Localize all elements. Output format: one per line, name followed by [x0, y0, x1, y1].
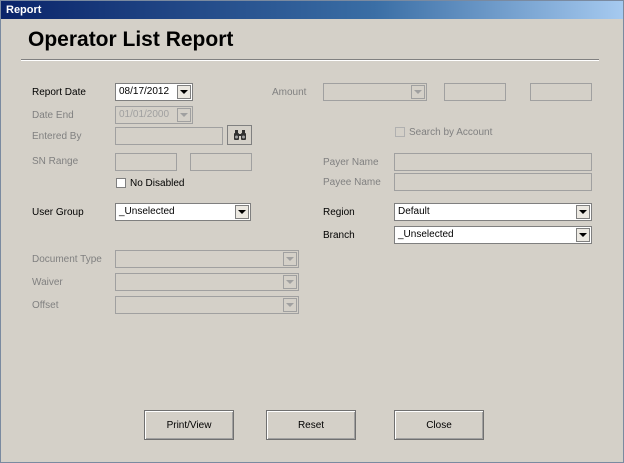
chevron-down-icon[interactable] — [283, 275, 297, 289]
chevron-down-icon[interactable] — [411, 85, 425, 99]
chevron-down-icon[interactable] — [576, 228, 590, 242]
payer-name-field[interactable] — [394, 153, 592, 171]
title-divider — [21, 59, 599, 61]
payee-name-field[interactable] — [394, 173, 592, 191]
amount-label: Amount — [272, 87, 307, 98]
region-label: Region — [323, 207, 355, 218]
chevron-down-icon[interactable] — [177, 108, 191, 122]
report-date-picker[interactable]: 08/17/2012 — [115, 83, 193, 101]
date-end-value: 01/01/2000 — [119, 109, 170, 120]
report-date-label: Report Date — [32, 87, 86, 98]
report-window: Report Operator List Report Report Date … — [0, 0, 624, 463]
report-date-value: 08/17/2012 — [119, 86, 170, 97]
offset-label: Offset — [32, 300, 59, 311]
branch-select[interactable]: _Unselected — [394, 226, 592, 244]
amount-operator-select[interactable] — [323, 83, 427, 101]
branch-value: _Unselected — [398, 229, 454, 240]
entered-by-label: Entered By — [32, 131, 82, 142]
payee-name-label: Payee Name — [323, 177, 381, 188]
reset-button[interactable]: Reset — [266, 410, 356, 440]
no-disabled-checkbox[interactable] — [116, 178, 126, 188]
user-group-value: _Unselected — [119, 206, 175, 217]
date-end-picker[interactable]: 01/01/2000 — [115, 106, 193, 124]
region-value: Default — [398, 206, 430, 217]
amount-from-field[interactable] — [444, 83, 506, 101]
sn-range-label: SN Range — [32, 156, 79, 167]
binoculars-icon — [233, 129, 246, 140]
print-view-button[interactable]: Print/View — [144, 410, 234, 440]
chevron-down-icon[interactable] — [283, 298, 297, 312]
waiver-select[interactable] — [115, 273, 299, 291]
sn-range-to-field[interactable] — [190, 153, 252, 171]
payer-name-label: Payer Name — [323, 157, 379, 168]
entered-by-field[interactable] — [115, 127, 223, 145]
date-end-label: Date End — [32, 110, 74, 121]
chevron-down-icon[interactable] — [283, 252, 297, 266]
document-type-label: Document Type — [32, 254, 102, 265]
user-group-select[interactable]: _Unselected — [115, 203, 251, 221]
window-title: Report — [1, 1, 623, 19]
offset-select[interactable] — [115, 296, 299, 314]
chevron-down-icon[interactable] — [235, 205, 249, 219]
chevron-down-icon[interactable] — [576, 205, 590, 219]
document-type-select[interactable] — [115, 250, 299, 268]
chevron-down-icon[interactable] — [177, 85, 191, 99]
find-operator-button[interactable] — [227, 125, 252, 145]
no-disabled-label: No Disabled — [130, 178, 185, 189]
region-select[interactable]: Default — [394, 203, 592, 221]
sn-range-from-field[interactable] — [115, 153, 177, 171]
amount-to-field[interactable] — [530, 83, 592, 101]
page-title: Operator List Report — [28, 28, 234, 51]
branch-label: Branch — [323, 230, 355, 241]
search-by-account-label: Search by Account — [409, 127, 493, 138]
close-button[interactable]: Close — [394, 410, 484, 440]
search-by-account-checkbox[interactable] — [395, 127, 405, 137]
waiver-label: Waiver — [32, 277, 63, 288]
user-group-label: User Group — [32, 207, 84, 218]
